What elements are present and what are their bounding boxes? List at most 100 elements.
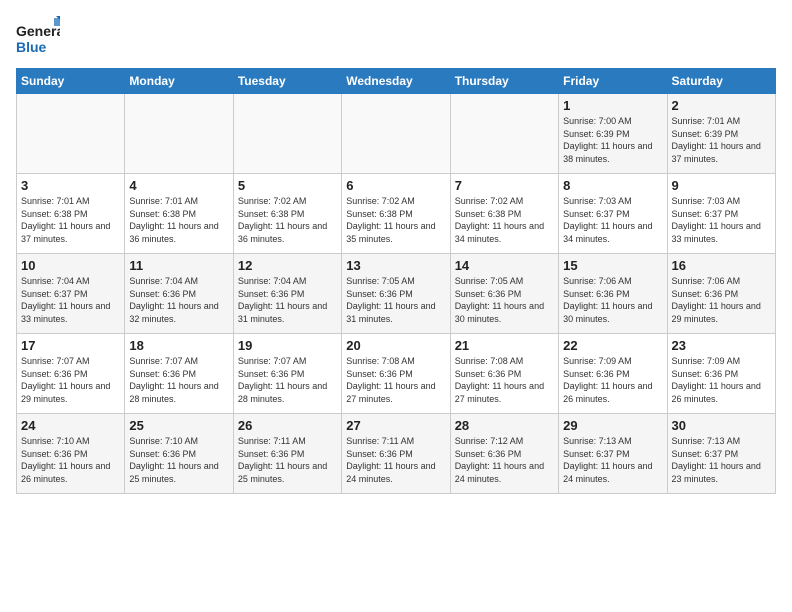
day-number: 20 [346,338,445,353]
day-info: Sunrise: 7:03 AM Sunset: 6:37 PM Dayligh… [563,195,662,245]
calendar-cell: 14Sunrise: 7:05 AM Sunset: 6:36 PM Dayli… [450,254,558,334]
calendar-cell [125,94,233,174]
day-number: 15 [563,258,662,273]
day-number: 3 [21,178,120,193]
calendar-cell: 16 Sunrise: 7:06 AM Sunset: 6:36 PM Dayli… [667,254,775,334]
day-number: 21 [455,338,554,353]
day-info: Sunrise: 7:06 AM Sunset: 6:36 PM Dayligh… [563,275,662,325]
calendar-body: 1 Sunrise: 7:00 AM Sunset: 6:39 PM Daylig… [17,94,776,494]
day-info: Sunrise: 7:04 AM Sunset: 6:36 PM Dayligh… [238,275,337,325]
calendar-week-row: 3 Sunrise: 7:01 AM Sunset: 6:38 PM Daylig… [17,174,776,254]
logo-svg: General Blue [16,16,60,60]
calendar-cell: 9 Sunrise: 7:03 AM Sunset: 6:37 PM Daylig… [667,174,775,254]
day-number: 27 [346,418,445,433]
calendar-header: SundayMondayTuesdayWednesdayThursdayFrid… [17,69,776,94]
calendar-cell: 23 Sunrise: 7:09 AM Sunset: 6:36 PM Dayli… [667,334,775,414]
calendar-cell: 29 Sunrise: 7:13 AM Sunset: 6:37 PM Dayli… [559,414,667,494]
calendar-cell: 24 Sunrise: 7:10 AM Sunset: 6:36 PM Dayli… [17,414,125,494]
calendar-cell: 27 Sunrise: 7:11 AM Sunset: 6:36 PM Dayli… [342,414,450,494]
day-number: 23 [672,338,771,353]
calendar-cell [17,94,125,174]
calendar-cell: 10 Sunrise: 7:04 AM Sunset: 6:37 PM Dayli… [17,254,125,334]
day-number: 11 [129,258,228,273]
calendar-cell [342,94,450,174]
day-number: 30 [672,418,771,433]
calendar-cell: 17 Sunrise: 7:07 AM Sunset: 6:36 PM Dayli… [17,334,125,414]
day-info: Sunrise: 7:10 AM Sunset: 6:36 PM Dayligh… [21,435,120,485]
calendar-week-row: 24 Sunrise: 7:10 AM Sunset: 6:36 PM Dayli… [17,414,776,494]
weekday-header-wednesday: Wednesday [342,69,450,94]
day-info: Sunrise: 7:01 AM Sunset: 6:39 PM Dayligh… [672,115,771,165]
day-number: 4 [129,178,228,193]
svg-text:General: General [16,23,60,39]
weekday-header-thursday: Thursday [450,69,558,94]
calendar-cell [233,94,341,174]
day-number: 8 [563,178,662,193]
day-info: Sunrise: 7:05 AM Sunset: 6:36 PM Dayligh… [346,275,445,325]
calendar-cell: 5 Sunrise: 7:02 AM Sunset: 6:38 PM Daylig… [233,174,341,254]
day-number: 17 [21,338,120,353]
day-number: 14 [455,258,554,273]
calendar-cell: 2 Sunrise: 7:01 AM Sunset: 6:39 PM Daylig… [667,94,775,174]
day-info: Sunrise: 7:01 AM Sunset: 6:38 PM Dayligh… [129,195,228,245]
calendar-table: SundayMondayTuesdayWednesdayThursdayFrid… [16,68,776,494]
calendar-cell: 13 Sunrise: 7:05 AM Sunset: 6:36 PM Dayli… [342,254,450,334]
calendar-cell: 8 Sunrise: 7:03 AM Sunset: 6:37 PM Daylig… [559,174,667,254]
day-info: Sunrise: 7:00 AM Sunset: 6:39 PM Dayligh… [563,115,662,165]
weekday-header-saturday: Saturday [667,69,775,94]
day-info: Sunrise: 7:13 AM Sunset: 6:37 PM Dayligh… [672,435,771,485]
calendar-cell: 11 Sunrise: 7:04 AM Sunset: 6:36 PM Dayli… [125,254,233,334]
day-number: 18 [129,338,228,353]
calendar-cell [450,94,558,174]
day-info: Sunrise: 7:11 AM Sunset: 6:36 PM Dayligh… [346,435,445,485]
day-info: Sunrise: 7:07 AM Sunset: 6:36 PM Dayligh… [21,355,120,405]
calendar-cell: 18Sunrise: 7:07 AM Sunset: 6:36 PM Dayli… [125,334,233,414]
weekday-header-friday: Friday [559,69,667,94]
calendar-cell: 12 Sunrise: 7:04 AM Sunset: 6:36 PM Dayli… [233,254,341,334]
day-info: Sunrise: 7:08 AM Sunset: 6:36 PM Dayligh… [455,355,554,405]
day-number: 6 [346,178,445,193]
day-number: 1 [563,98,662,113]
day-number: 28 [455,418,554,433]
calendar-cell: 7Sunrise: 7:02 AM Sunset: 6:38 PM Daylig… [450,174,558,254]
weekday-header-row: SundayMondayTuesdayWednesdayThursdayFrid… [17,69,776,94]
day-info: Sunrise: 7:02 AM Sunset: 6:38 PM Dayligh… [346,195,445,245]
day-number: 2 [672,98,771,113]
day-number: 13 [346,258,445,273]
calendar-week-row: 1 Sunrise: 7:00 AM Sunset: 6:39 PM Daylig… [17,94,776,174]
logo: General Blue [16,16,60,60]
weekday-header-monday: Monday [125,69,233,94]
day-number: 26 [238,418,337,433]
day-info: Sunrise: 7:04 AM Sunset: 6:37 PM Dayligh… [21,275,120,325]
day-info: Sunrise: 7:09 AM Sunset: 6:36 PM Dayligh… [563,355,662,405]
day-info: Sunrise: 7:08 AM Sunset: 6:36 PM Dayligh… [346,355,445,405]
day-number: 16 [672,258,771,273]
day-info: Sunrise: 7:01 AM Sunset: 6:38 PM Dayligh… [21,195,120,245]
day-number: 22 [563,338,662,353]
calendar-cell: 30 Sunrise: 7:13 AM Sunset: 6:37 PM Dayli… [667,414,775,494]
day-number: 9 [672,178,771,193]
page-header: General Blue [16,16,776,60]
day-info: Sunrise: 7:02 AM Sunset: 6:38 PM Dayligh… [238,195,337,245]
day-number: 5 [238,178,337,193]
day-info: Sunrise: 7:09 AM Sunset: 6:36 PM Dayligh… [672,355,771,405]
day-number: 10 [21,258,120,273]
calendar-cell: 28Sunrise: 7:12 AM Sunset: 6:36 PM Dayli… [450,414,558,494]
day-info: Sunrise: 7:06 AM Sunset: 6:36 PM Dayligh… [672,275,771,325]
calendar-cell: 1 Sunrise: 7:00 AM Sunset: 6:39 PM Daylig… [559,94,667,174]
calendar-cell: 25Sunrise: 7:10 AM Sunset: 6:36 PM Dayli… [125,414,233,494]
calendar-cell: 4 Sunrise: 7:01 AM Sunset: 6:38 PM Daylig… [125,174,233,254]
day-info: Sunrise: 7:04 AM Sunset: 6:36 PM Dayligh… [129,275,228,325]
day-number: 12 [238,258,337,273]
calendar-week-row: 17 Sunrise: 7:07 AM Sunset: 6:36 PM Dayli… [17,334,776,414]
day-number: 24 [21,418,120,433]
day-info: Sunrise: 7:03 AM Sunset: 6:37 PM Dayligh… [672,195,771,245]
svg-text:Blue: Blue [16,39,47,55]
day-number: 25 [129,418,228,433]
calendar-cell: 3 Sunrise: 7:01 AM Sunset: 6:38 PM Daylig… [17,174,125,254]
day-info: Sunrise: 7:13 AM Sunset: 6:37 PM Dayligh… [563,435,662,485]
calendar-cell: 26Sunrise: 7:11 AM Sunset: 6:36 PM Dayli… [233,414,341,494]
day-number: 7 [455,178,554,193]
day-number: 29 [563,418,662,433]
calendar-cell: 19Sunrise: 7:07 AM Sunset: 6:36 PM Dayli… [233,334,341,414]
